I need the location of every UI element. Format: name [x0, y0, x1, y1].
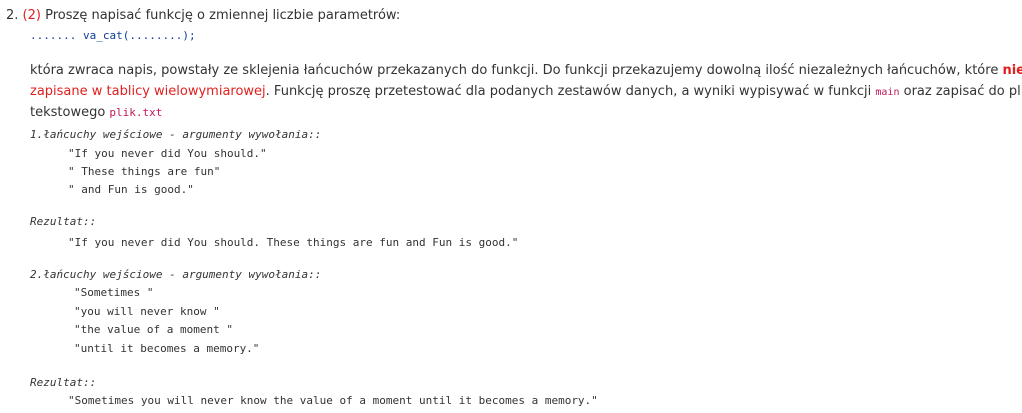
description-line-3: tekstowego plik.txt	[30, 105, 162, 120]
example-1-result-label: Rezultat::	[30, 215, 97, 228]
example-2-input-3: "the value of a moment "	[74, 323, 233, 336]
description-text-1: która zwraca napis, powstały ze sklejeni…	[30, 63, 1003, 78]
example-1-input-1: "If you never did You should."	[68, 147, 267, 160]
example-2-result: "Sometimes you will never know the value…	[68, 394, 598, 407]
exercise-page: 2. (2) Proszę napisać funkcję o zmiennej…	[0, 0, 1022, 413]
example-1-result: "If you never did You should. These thin…	[68, 236, 519, 249]
example-2-input-label: 2.łańcuchy wejściowe - argumenty wywołan…	[30, 268, 322, 281]
example-2-result-label: Rezultat::	[30, 376, 97, 389]
description-emph-bold: nie są	[1002, 63, 1022, 78]
exercise-title: Proszę napisać funkcję o zmiennej liczbi…	[45, 8, 401, 23]
description-text-3: oraz zapisać do pliku	[903, 84, 1022, 99]
example-2-input-2: "you will never know "	[74, 305, 220, 318]
points-close: )	[35, 8, 41, 23]
example-1-input-2: " These things are fun"	[68, 165, 221, 178]
example-2-input-1: "Sometimes "	[74, 286, 154, 299]
description-emph-line2: zapisane w tablicy wielowymiarowej	[30, 84, 266, 99]
code-main: main	[875, 87, 900, 98]
example-1-input-label: 1.łańcuchy wejściowe - argumenty wywołan…	[30, 128, 322, 141]
exercise-heading: 2. (2) Proszę napisać funkcję o zmiennej…	[6, 8, 400, 23]
exercise-number: 2.	[6, 8, 19, 23]
description-line-1: która zwraca napis, powstały ze sklejeni…	[30, 63, 1022, 78]
description-text-2: . Funkcję proszę przetestować dla podany…	[265, 84, 876, 99]
description-line-2: zapisane w tablicy wielowymiarowej. Funk…	[30, 84, 1022, 99]
description-text-4: tekstowego	[30, 105, 110, 120]
example-2-input-4: "until it becomes a memory."	[74, 342, 260, 355]
code-file: plik.txt	[109, 106, 163, 119]
points-value: 2	[27, 8, 36, 23]
example-1-input-3: " and Fun is good."	[68, 183, 194, 196]
function-signature: ....... va_cat(........);	[30, 29, 196, 42]
